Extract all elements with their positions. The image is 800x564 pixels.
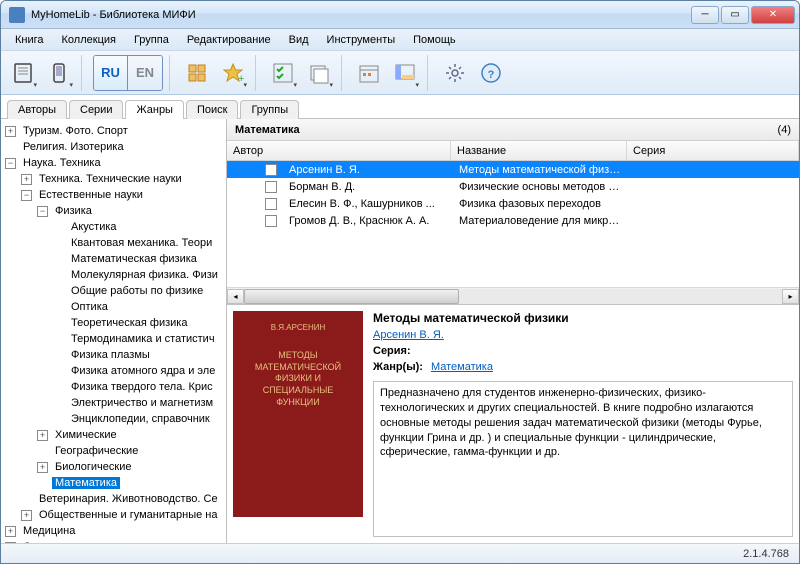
titlebar[interactable]: MyHomeLib - Библиотека МИФИ ─ ▭ ✕: [1, 1, 799, 29]
menu-edit[interactable]: Редактирование: [179, 32, 279, 48]
row-checkbox[interactable]: [265, 215, 277, 227]
minimize-button[interactable]: ─: [691, 6, 719, 24]
category-count: (4): [778, 124, 791, 136]
table-row[interactable]: Елесин В. Ф., Кашурников ...Физика фазов…: [227, 195, 799, 212]
device-button[interactable]: ▾: [43, 55, 75, 91]
toolbar: ▾ ▾ RU EN +▾ ▾ ▾ ▾ ?: [1, 51, 799, 95]
row-checkbox[interactable]: [265, 198, 277, 210]
svg-text:?: ?: [488, 69, 495, 81]
menubar: Книга Коллекция Группа Редактирование Ви…: [1, 29, 799, 51]
tab-groups[interactable]: Группы: [240, 100, 299, 119]
row-checkbox[interactable]: [265, 164, 277, 176]
description-box[interactable]: Предназначено для студентов инженерно-фи…: [373, 381, 793, 537]
lang-en-button[interactable]: EN: [128, 56, 162, 90]
col-author[interactable]: Автор: [227, 141, 451, 160]
tiles-button[interactable]: [181, 55, 213, 91]
app-window: MyHomeLib - Библиотека МИФИ ─ ▭ ✕ Книга …: [0, 0, 800, 564]
detail-genre-link[interactable]: Математика: [431, 361, 493, 373]
close-button[interactable]: ✕: [751, 6, 795, 24]
window-title: MyHomeLib - Библиотека МИФИ: [31, 9, 691, 21]
table-row[interactable]: Арсенин В. Я.Методы математической физик…: [227, 161, 799, 178]
menu-view[interactable]: Вид: [281, 32, 317, 48]
tab-series[interactable]: Серии: [69, 100, 123, 119]
genre-tree[interactable]: +Туризм. Фото. Спорт Религия. Изотерика …: [1, 119, 226, 543]
settings-button[interactable]: [439, 55, 471, 91]
reader-button[interactable]: ▾: [7, 55, 39, 91]
detail-author-link[interactable]: Арсенин В. Я.: [373, 329, 444, 341]
book-cover: В.Я.АРСЕНИН МЕТОДЫ МАТЕМАТИЧЕСКОЙ ФИЗИКИ…: [233, 311, 363, 517]
table-body[interactable]: Арсенин В. Я.Методы математической физик…: [227, 161, 799, 287]
scroll-right-icon[interactable]: ▸: [782, 289, 799, 304]
version-label: 2.1.4.768: [743, 548, 789, 560]
content-panel: Математика (4) Автор Название Серия Арсе…: [227, 119, 799, 543]
menu-book[interactable]: Книга: [7, 32, 52, 48]
tree-selected[interactable]: Математика: [52, 477, 120, 489]
expand-icon[interactable]: +: [5, 126, 16, 137]
genre-label: Жанр(ы):: [373, 361, 423, 373]
tab-authors[interactable]: Авторы: [7, 100, 67, 119]
tab-genres[interactable]: Жанры: [125, 100, 184, 119]
collapse-icon[interactable]: −: [5, 158, 16, 169]
tab-search[interactable]: Поиск: [186, 100, 238, 119]
menu-help[interactable]: Помощь: [405, 32, 464, 48]
menu-group[interactable]: Группа: [126, 32, 177, 48]
scroll-thumb[interactable]: [244, 289, 459, 304]
lang-ru-button[interactable]: RU: [94, 56, 128, 90]
checklist-button[interactable]: ▾: [267, 55, 299, 91]
main-area: +Туризм. Фото. Спорт Религия. Изотерика …: [1, 119, 799, 543]
table-row[interactable]: Борман В. Д.Физические основы методов ис…: [227, 178, 799, 195]
favorite-button[interactable]: +▾: [217, 55, 249, 91]
table-row[interactable]: Громов Д. В., Краснюк А. А.Материаловеде…: [227, 212, 799, 229]
statusbar: 2.1.4.768: [1, 543, 799, 563]
category-title: Математика: [235, 124, 300, 136]
language-toggle: RU EN: [93, 55, 163, 91]
book-table: Автор Название Серия Арсенин В. Я.Методы…: [227, 141, 799, 305]
calendar-button[interactable]: [353, 55, 385, 91]
series-label: Серия:: [373, 345, 411, 357]
menu-tools[interactable]: Инструменты: [319, 32, 404, 48]
view-button[interactable]: ▾: [389, 55, 421, 91]
col-title[interactable]: Название: [451, 141, 627, 160]
genre-tree-panel: +Туризм. Фото. Спорт Религия. Изотерика …: [1, 119, 227, 543]
app-icon: [9, 7, 25, 23]
maximize-button[interactable]: ▭: [721, 6, 749, 24]
scroll-left-icon[interactable]: ◂: [227, 289, 244, 304]
category-header: Математика (4): [227, 119, 799, 141]
collection-button[interactable]: ▾: [303, 55, 335, 91]
nav-tabs: Авторы Серии Жанры Поиск Группы: [1, 95, 799, 119]
help-button[interactable]: ?: [475, 55, 507, 91]
col-series[interactable]: Серия: [627, 141, 799, 160]
menu-collection[interactable]: Коллекция: [54, 32, 124, 48]
row-checkbox[interactable]: [265, 181, 277, 193]
h-scrollbar[interactable]: ◂ ▸: [227, 287, 799, 304]
book-detail: В.Я.АРСЕНИН МЕТОДЫ МАТЕМАТИЧЕСКОЙ ФИЗИКИ…: [227, 305, 799, 543]
table-header: Автор Название Серия: [227, 141, 799, 161]
description-text: Предназначено для студентов инженерно-фи…: [380, 387, 762, 458]
detail-title: Методы математической физики: [373, 311, 793, 325]
